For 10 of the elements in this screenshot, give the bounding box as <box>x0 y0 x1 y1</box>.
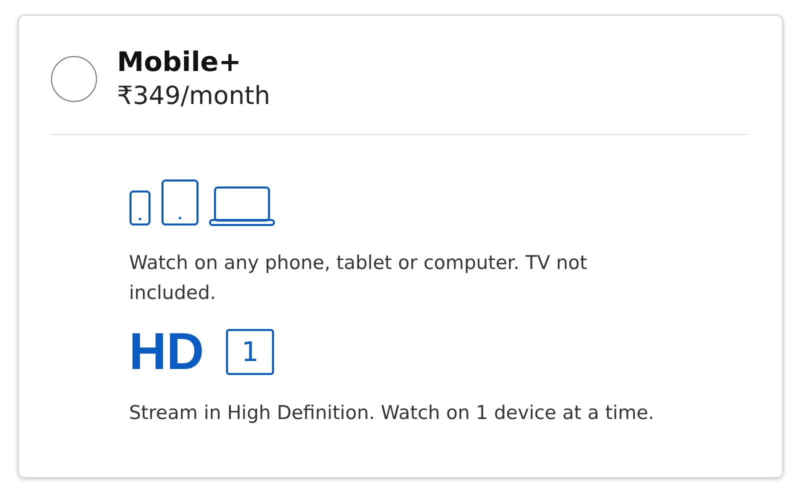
feature-description: Stream in High Definition. Watch on 1 device at a time. <box>129 401 656 426</box>
phone-icon <box>129 190 151 226</box>
hd-label: HD <box>129 326 204 378</box>
radio-button[interactable] <box>51 56 97 102</box>
tablet-icon <box>161 179 199 226</box>
laptop-icon <box>209 186 275 226</box>
plan-name: Mobile+ <box>117 46 242 80</box>
device-count-badge: 1 <box>226 329 274 375</box>
plan-price: ₹349/month <box>117 80 270 112</box>
feature-description: Watch on any phone, tablet or computer. TV not included. <box>129 251 588 306</box>
